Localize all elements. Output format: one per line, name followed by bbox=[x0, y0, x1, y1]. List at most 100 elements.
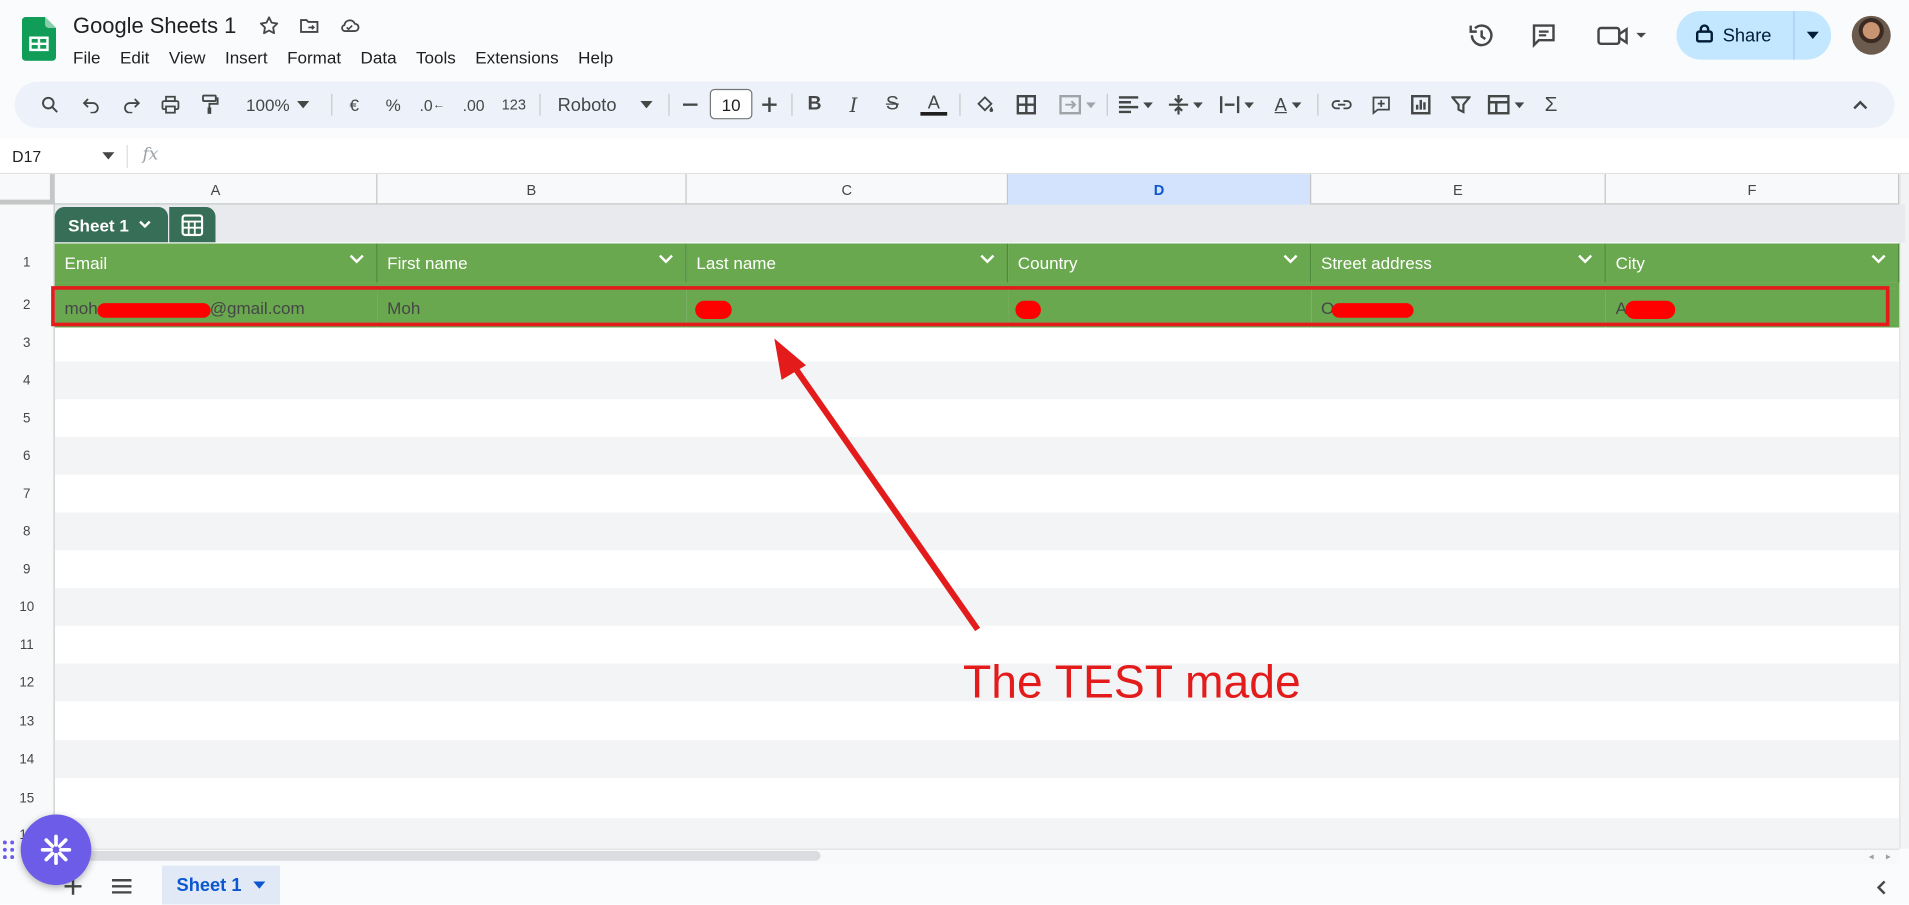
row-header[interactable]: 15 bbox=[0, 779, 54, 817]
row-header[interactable]: 7 bbox=[0, 475, 54, 513]
row-header[interactable]: 12 bbox=[0, 664, 54, 702]
header-cell-street-address[interactable]: Street address bbox=[1311, 243, 1606, 283]
vertical-align-icon[interactable] bbox=[1164, 82, 1208, 128]
version-history-icon[interactable] bbox=[1466, 19, 1498, 51]
table-name-chip[interactable]: Sheet 1 bbox=[54, 206, 169, 243]
menu-format[interactable]: Format bbox=[277, 47, 350, 66]
column-header-a[interactable]: A bbox=[55, 174, 378, 205]
header-cell-city[interactable]: City bbox=[1605, 243, 1900, 283]
sheet-tab-active[interactable]: Sheet 1 bbox=[161, 865, 281, 905]
collapse-toolbar-icon[interactable] bbox=[1846, 82, 1875, 128]
header-cell-country[interactable]: Country bbox=[1008, 243, 1312, 283]
meet-icon[interactable] bbox=[1595, 19, 1651, 51]
decrease-decimal-button[interactable]: .0 ← bbox=[418, 82, 447, 128]
star-icon[interactable] bbox=[257, 13, 281, 37]
sheet-tab-bar bbox=[0, 864, 1909, 905]
chevron-down-icon[interactable] bbox=[102, 150, 115, 162]
formula-bar[interactable] bbox=[0, 138, 1909, 175]
all-sheets-icon[interactable] bbox=[110, 874, 134, 898]
insert-chart-icon[interactable] bbox=[1406, 82, 1435, 128]
link-icon[interactable] bbox=[1327, 82, 1356, 128]
header-cell-first-name[interactable]: First name bbox=[377, 243, 687, 283]
number-format-button[interactable]: 123 bbox=[497, 82, 531, 128]
scroll-right-icon[interactable]: ▸ bbox=[1882, 850, 1894, 862]
menu-tools[interactable]: Tools bbox=[406, 47, 465, 66]
row-header[interactable]: 9 bbox=[0, 550, 54, 588]
column-header-f[interactable]: F bbox=[1606, 174, 1900, 205]
fill-color-icon[interactable] bbox=[970, 82, 999, 128]
row-header[interactable]: 5 bbox=[0, 399, 54, 437]
functions-icon[interactable]: Σ bbox=[1536, 82, 1565, 128]
redo-icon[interactable] bbox=[117, 82, 146, 128]
text-color-icon[interactable]: A bbox=[918, 82, 950, 128]
menu-insert[interactable]: Insert bbox=[215, 47, 277, 66]
font-size-input[interactable]: 10 bbox=[709, 88, 753, 120]
header-cell-last-name[interactable]: Last name bbox=[686, 243, 1009, 283]
scrollbar-thumb[interactable] bbox=[75, 851, 821, 861]
borders-icon[interactable] bbox=[1012, 82, 1041, 128]
table-view-icon[interactable] bbox=[1483, 82, 1529, 128]
row-header[interactable]: 1 bbox=[0, 243, 54, 282]
menu-data[interactable]: Data bbox=[351, 47, 406, 66]
bold-icon[interactable]: B bbox=[801, 82, 828, 128]
row-header[interactable]: 6 bbox=[0, 437, 54, 475]
sheets-logo-icon[interactable] bbox=[21, 17, 57, 61]
comments-icon[interactable] bbox=[1528, 19, 1560, 51]
share-button[interactable]: Share bbox=[1676, 10, 1832, 60]
italic-icon[interactable]: I bbox=[840, 82, 867, 128]
increase-decimal-button[interactable]: .00 bbox=[458, 82, 490, 128]
name-box[interactable]: D17 bbox=[12, 147, 41, 165]
table-name-bar bbox=[54, 204, 1906, 243]
merge-icon[interactable] bbox=[1053, 82, 1102, 128]
column-header-d[interactable]: D bbox=[1008, 174, 1312, 205]
insert-comment-icon[interactable] bbox=[1366, 82, 1395, 128]
column-header-c[interactable]: C bbox=[687, 174, 1009, 205]
document-title[interactable]: Google Sheets 1 bbox=[73, 13, 236, 39]
drag-handle-icon[interactable] bbox=[2, 838, 15, 862]
strikethrough-icon[interactable]: S bbox=[879, 82, 906, 128]
scroll-left-icon[interactable]: ◂ bbox=[1865, 850, 1877, 862]
currency-format-button[interactable]: € bbox=[341, 82, 368, 128]
menu-file[interactable]: File bbox=[63, 47, 110, 66]
undo-icon[interactable] bbox=[77, 82, 106, 128]
increase-font-size-icon[interactable] bbox=[757, 82, 781, 128]
row-header[interactable]: 14 bbox=[0, 740, 54, 778]
zoom-select[interactable]: 100% bbox=[234, 82, 322, 128]
header-cell-email[interactable]: Email bbox=[54, 243, 378, 283]
collapse-side-panel-icon[interactable] bbox=[1870, 877, 1892, 899]
row-header[interactable]: 13 bbox=[0, 702, 54, 740]
text-rotation-icon[interactable]: A bbox=[1266, 82, 1310, 128]
search-icon[interactable] bbox=[34, 82, 66, 128]
vertical-scrollbar[interactable] bbox=[1899, 174, 1909, 849]
sheet-tab-label: Sheet 1 bbox=[176, 874, 242, 896]
menu-view[interactable]: View bbox=[159, 47, 215, 66]
move-folder-icon[interactable] bbox=[297, 13, 321, 37]
share-dropdown-icon[interactable] bbox=[1793, 10, 1831, 60]
column-header-b[interactable]: B bbox=[377, 174, 687, 205]
avatar[interactable] bbox=[1851, 15, 1891, 55]
percent-format-button[interactable]: % bbox=[380, 82, 407, 128]
menu-extensions[interactable]: Extensions bbox=[466, 47, 569, 66]
table-options-icon[interactable] bbox=[169, 206, 216, 243]
row-header[interactable]: 10 bbox=[0, 588, 54, 626]
cloud-saved-icon[interactable] bbox=[337, 13, 361, 37]
row-header[interactable]: 11 bbox=[0, 626, 54, 664]
row-header[interactable]: 8 bbox=[0, 513, 54, 551]
column-header-e[interactable]: E bbox=[1311, 174, 1606, 205]
decrease-font-size-icon[interactable] bbox=[678, 82, 702, 128]
text-wrap-icon[interactable] bbox=[1215, 82, 1259, 128]
chevron-down-icon bbox=[980, 254, 995, 264]
chevron-down-icon bbox=[659, 254, 673, 264]
select-all-corner[interactable] bbox=[0, 174, 55, 205]
horizontal-align-icon[interactable] bbox=[1114, 82, 1158, 128]
print-icon[interactable] bbox=[156, 82, 185, 128]
font-select[interactable]: Roboto bbox=[550, 82, 660, 128]
row-header[interactable]: 2 bbox=[0, 286, 54, 325]
row-header[interactable]: 4 bbox=[0, 362, 54, 400]
menu-edit[interactable]: Edit bbox=[110, 47, 159, 66]
menu-help[interactable]: Help bbox=[568, 47, 623, 66]
paint-format-icon[interactable] bbox=[195, 82, 224, 128]
filter-icon[interactable] bbox=[1446, 82, 1475, 128]
extension-fab-button[interactable] bbox=[20, 814, 92, 886]
row-header[interactable]: 3 bbox=[0, 324, 54, 362]
